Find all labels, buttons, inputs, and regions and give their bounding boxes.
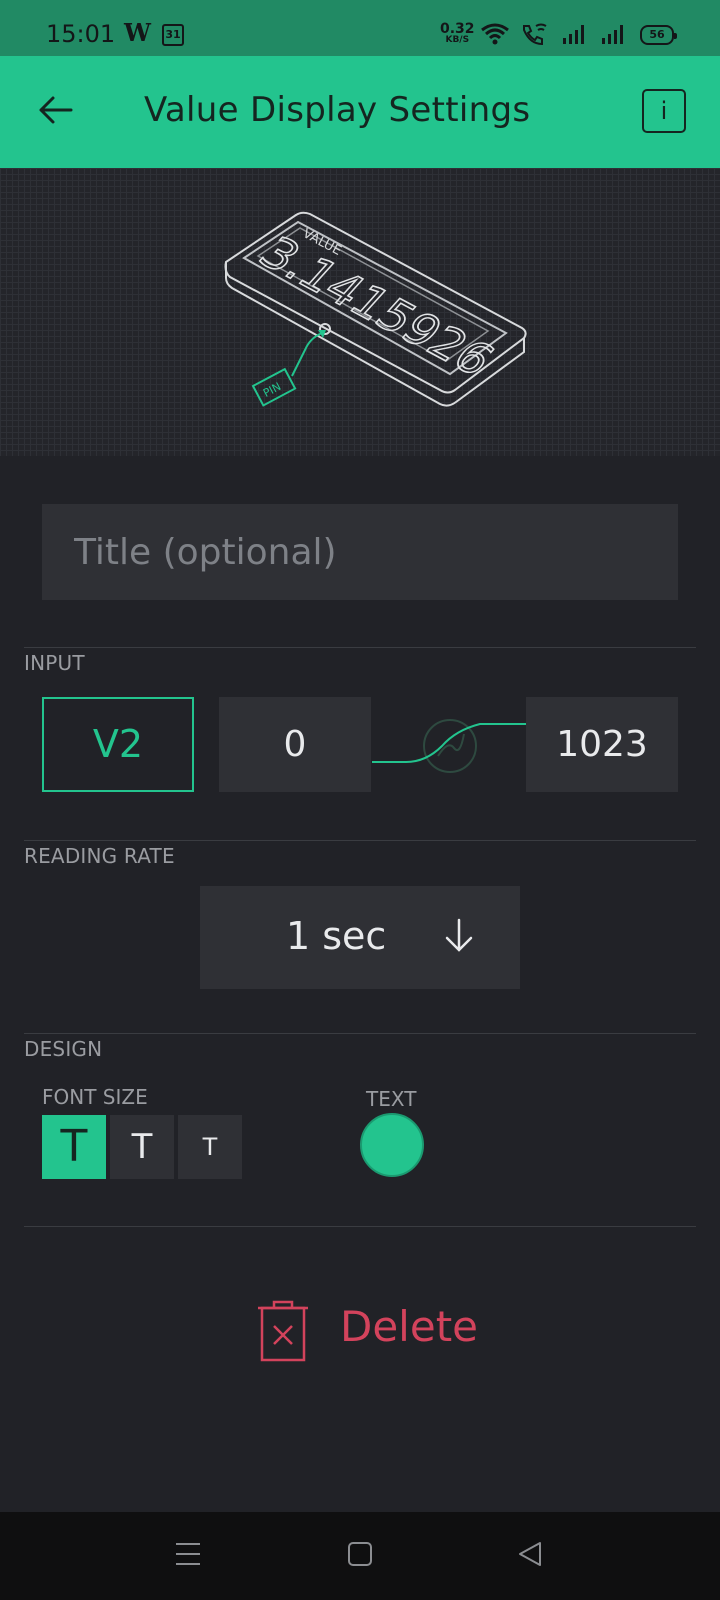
status-time: 15:01	[46, 20, 116, 48]
calendar-icon: 31	[162, 24, 184, 46]
network-speed: 0.32 KB/S	[440, 22, 475, 45]
app-notification-icon: W	[124, 18, 151, 47]
arrow-left-icon	[39, 96, 73, 124]
back-triangle-icon[interactable]	[516, 1540, 544, 1568]
design-section-label: DESIGN	[24, 1037, 103, 1061]
divider	[24, 840, 696, 841]
font-size-medium-button[interactable]: T	[110, 1115, 174, 1179]
widget-illustration: VALUE 3.1415926 PIN	[0, 168, 720, 456]
title-input[interactable]	[42, 504, 678, 600]
battery-icon: 56	[640, 25, 677, 45]
font-size-label: FONT SIZE	[42, 1085, 148, 1109]
text-color-swatch[interactable]	[360, 1113, 424, 1177]
delete-button[interactable]: Delete	[256, 1298, 478, 1362]
divider	[24, 1226, 696, 1227]
status-bar: 15:01 W 31 0.32 KB/S 56	[0, 0, 720, 56]
wifi-icon	[481, 23, 509, 45]
divider	[24, 647, 696, 648]
pin-selector-button[interactable]: V2	[42, 697, 194, 792]
app-bar: Value Display Settings i	[0, 56, 720, 168]
signal-1-icon	[563, 25, 584, 44]
divider	[24, 1033, 696, 1034]
network-speed-unit: KB/S	[445, 35, 470, 45]
page-title: Value Display Settings	[144, 90, 531, 130]
signal-2-icon	[602, 25, 623, 44]
text-color-label: TEXT	[366, 1087, 417, 1111]
reading-rate-value: 1 sec	[286, 914, 387, 958]
trash-icon	[258, 1300, 308, 1362]
network-speed-value: 0.32	[440, 21, 475, 37]
input-section-label: INPUT	[24, 651, 85, 675]
delete-label: Delete	[340, 1302, 478, 1351]
arrow-down-icon	[445, 918, 473, 952]
font-size-small-button[interactable]: T	[178, 1115, 242, 1179]
info-button[interactable]: i	[642, 89, 686, 133]
min-value-field[interactable]: 0	[219, 697, 371, 792]
mapping-curve-icon	[372, 719, 526, 773]
value-display-illustration: VALUE 3.1415926 PIN	[224, 211, 527, 407]
max-value-field[interactable]: 1023	[526, 697, 678, 792]
home-square-icon[interactable]	[346, 1540, 374, 1568]
menu-icon[interactable]	[174, 1540, 202, 1568]
reading-rate-label: READING RATE	[24, 844, 175, 868]
back-button[interactable]	[28, 82, 84, 138]
font-size-large-button[interactable]: T	[42, 1115, 106, 1179]
system-nav-bar	[0, 1512, 720, 1600]
reading-rate-dropdown[interactable]: 1 sec	[200, 886, 520, 989]
wifi-calling-icon	[523, 23, 547, 46]
